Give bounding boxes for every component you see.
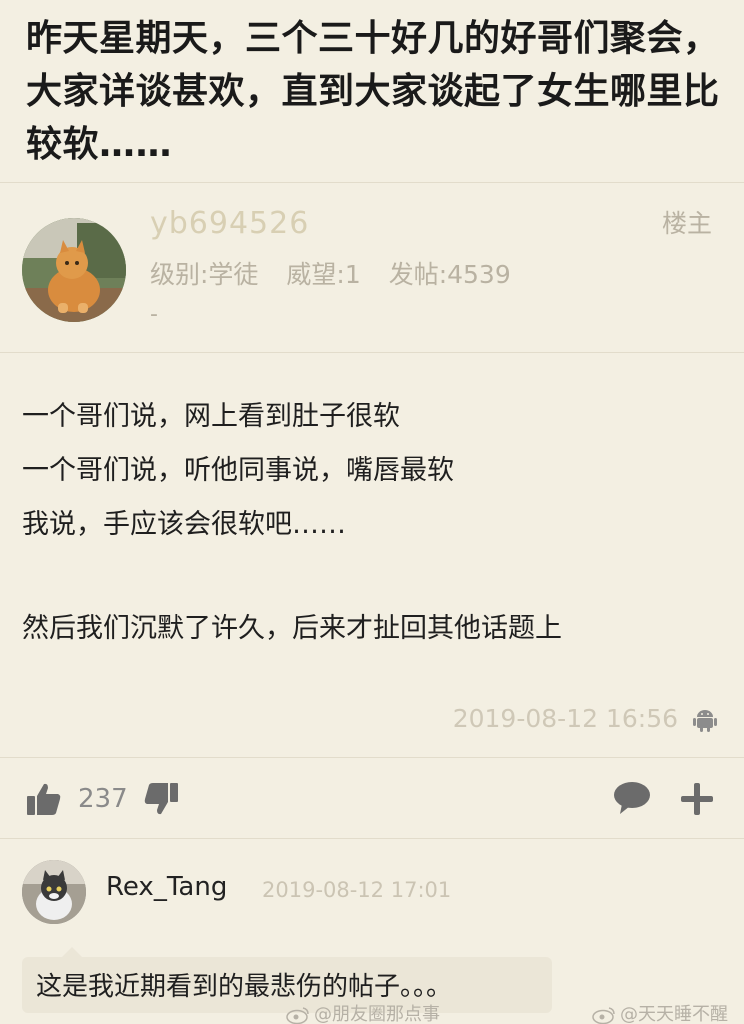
comment-time: 2019-08-12 17:01 — [262, 878, 452, 902]
comment-avatar[interactable] — [22, 860, 86, 924]
android-icon — [692, 706, 718, 732]
post-line: 一个哥们说，网上看到肚子很软 — [22, 401, 400, 432]
comment-username[interactable]: Rex_Tang — [106, 872, 227, 902]
add-icon[interactable] — [678, 780, 716, 818]
post-body: 一个哥们说，网上看到肚子很软 一个哥们说，听他同事说，嘴唇最软 我说，手应该会很… — [22, 390, 722, 656]
like-count: 237 — [78, 784, 128, 814]
thread-title: 昨天星期天，三个三十好几的好哥们聚会，大家详谈甚欢，直到大家谈起了女生哪里比较软… — [26, 18, 720, 165]
user-level: 级别:学徒 — [150, 260, 259, 289]
divider — [0, 352, 744, 353]
watermark-right: @天天睡不醒 — [592, 1000, 728, 1024]
user-reputation: 威望:1 — [286, 260, 361, 289]
user-posts: 发帖:4539 — [388, 260, 511, 289]
user-stats: 级别:学徒 威望:1 发帖:4539 — [150, 255, 531, 291]
post-page: 昨天星期天，三个三十好几的好哥们聚会，大家详谈甚欢，直到大家谈起了女生哪里比较软… — [0, 0, 744, 1024]
thumbs-down-icon[interactable] — [143, 782, 179, 816]
post-line — [22, 552, 722, 602]
thumbs-up-icon[interactable] — [26, 782, 62, 816]
comment-text: 这是我近期看到的最悲伤的帖子。。。 — [36, 972, 453, 1002]
post-time: 2019-08-12 16:56 — [452, 704, 678, 733]
post-line: 一个哥们说，听他同事说，嘴唇最软 — [22, 455, 454, 486]
watermark-left-text: @朋友圈那点事 — [314, 1004, 440, 1024]
divider — [0, 757, 744, 758]
watermark-right-text: @天天睡不醒 — [620, 1004, 728, 1024]
divider — [0, 182, 744, 183]
user-signature: - — [150, 302, 158, 327]
username[interactable]: yb694526 — [150, 206, 309, 241]
divider — [0, 838, 744, 839]
comment-icon[interactable] — [612, 780, 652, 816]
weibo-icon — [592, 1006, 616, 1024]
post-line: 我说，手应该会很软吧…… — [22, 509, 346, 540]
avatar[interactable] — [22, 218, 126, 322]
floor-tag: 楼主 — [661, 209, 712, 238]
watermark-left: @朋友圈那点事 — [286, 1000, 440, 1024]
post-line: 然后我们沉默了许久，后来才扯回其他话题上 — [22, 613, 562, 644]
weibo-icon — [286, 1006, 310, 1024]
